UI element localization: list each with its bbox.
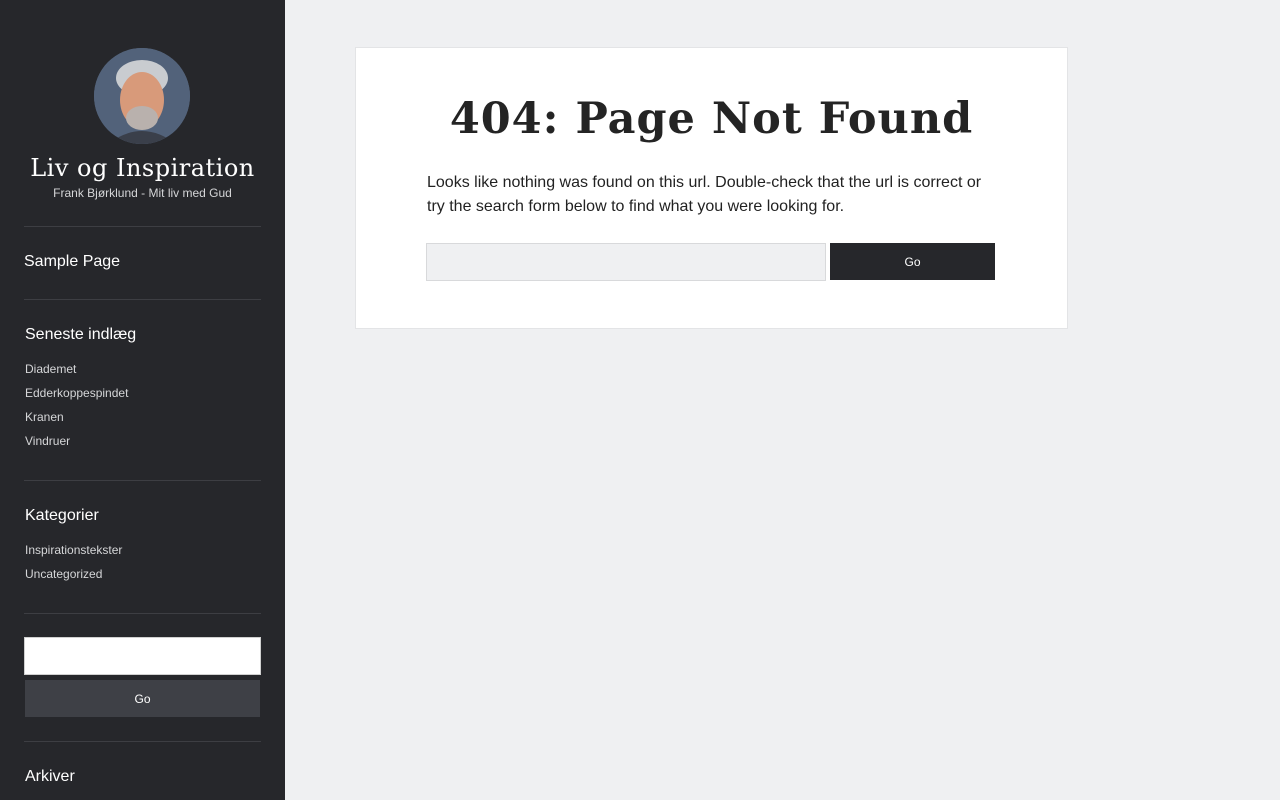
site-title[interactable]: Liv og Inspiration xyxy=(0,154,285,182)
divider xyxy=(24,741,261,742)
divider xyxy=(24,299,261,300)
list-item: Vindruer xyxy=(25,429,128,453)
categories-list: Inspirationstekster Uncategorized xyxy=(25,538,122,586)
widget-title-archives: Arkiver xyxy=(25,768,75,785)
site-description: Frank Bjørklund - Mit liv med Gud xyxy=(53,186,232,200)
list-item: Edderkoppespindet xyxy=(25,381,128,405)
divider xyxy=(24,480,261,481)
recent-post-link[interactable]: Diademet xyxy=(25,362,76,376)
main-search-input[interactable] xyxy=(426,243,826,281)
recent-post-link[interactable]: Edderkoppespindet xyxy=(25,386,128,400)
category-link[interactable]: Uncategorized xyxy=(25,567,102,581)
widget-title-recent-posts: Seneste indlæg xyxy=(25,326,137,343)
content-card: 404: Page Not Found Looks like nothing w… xyxy=(355,47,1068,329)
category-link[interactable]: Inspirationstekster xyxy=(25,543,122,557)
sidebar-search-input[interactable] xyxy=(24,637,261,675)
recent-post-link[interactable]: Vindruer xyxy=(25,434,70,448)
avatar-image xyxy=(94,48,190,144)
list-item: Diademet xyxy=(25,357,128,381)
list-item: Kranen xyxy=(25,405,128,429)
recent-post-link[interactable]: Kranen xyxy=(25,410,64,424)
sidebar: Liv og Inspiration Frank Bjørklund - Mit… xyxy=(0,0,285,800)
recent-posts-list: Diademet Edderkoppespindet Kranen Vindru… xyxy=(25,357,128,453)
divider xyxy=(24,613,261,614)
avatar[interactable] xyxy=(94,48,190,144)
nav-link-sample-page[interactable]: Sample Page xyxy=(24,253,120,271)
list-item: Inspirationstekster xyxy=(25,538,122,562)
main-search-button[interactable]: Go xyxy=(830,243,995,280)
sidebar-search-button[interactable]: Go xyxy=(25,680,260,717)
page-title: 404: Page Not Found xyxy=(449,94,974,144)
divider xyxy=(24,226,261,227)
widget-title-categories: Kategorier xyxy=(25,507,99,524)
not-found-message: Looks like nothing was found on this url… xyxy=(427,174,982,215)
list-item: Uncategorized xyxy=(25,562,122,586)
